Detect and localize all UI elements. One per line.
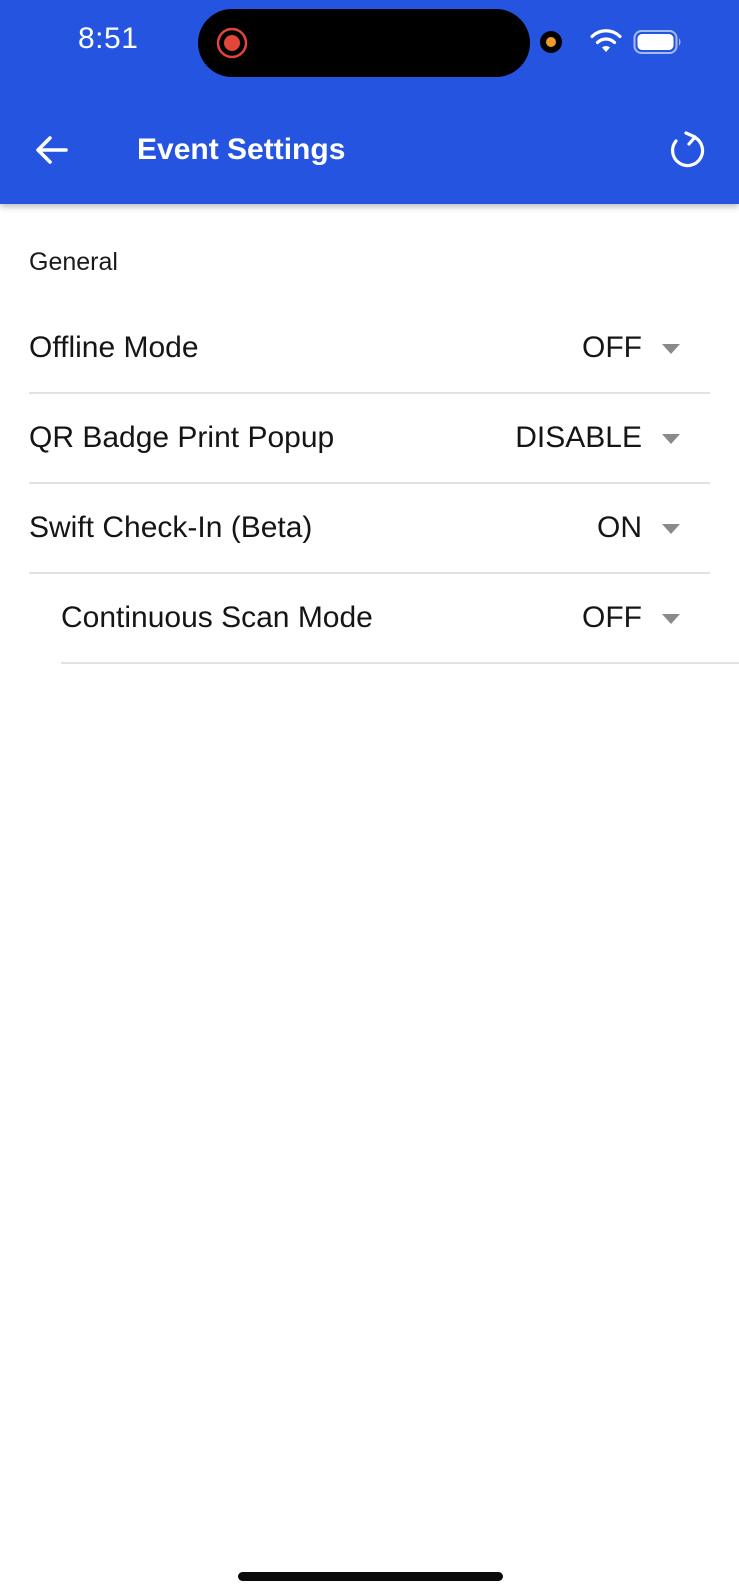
- section-title: General: [29, 248, 118, 276]
- status-time: 8:51: [78, 22, 139, 55]
- setting-row-swift-check-in[interactable]: Swift Check-In (Beta) ON: [29, 484, 710, 574]
- caret-down-icon: [662, 614, 680, 624]
- setting-row-qr-badge-print-popup[interactable]: QR Badge Print Popup DISABLE: [29, 394, 710, 484]
- setting-dropdown[interactable]: OFF: [582, 331, 680, 365]
- screen-recording-icon: [216, 27, 248, 59]
- setting-label: QR Badge Print Popup: [29, 421, 335, 454]
- wifi-icon: [590, 29, 622, 52]
- battery-icon: [633, 30, 681, 54]
- setting-row-offline-mode[interactable]: Offline Mode OFF: [29, 304, 710, 394]
- caret-down-icon: [662, 344, 680, 354]
- setting-value: OFF: [582, 601, 642, 634]
- caret-down-icon: [662, 434, 680, 444]
- page-title: Event Settings: [137, 133, 346, 166]
- camera-indicator-icon: [540, 31, 562, 53]
- setting-dropdown[interactable]: OFF: [582, 601, 680, 635]
- arrow-left-icon[interactable]: [30, 128, 74, 172]
- setting-dropdown[interactable]: DISABLE: [515, 421, 680, 455]
- setting-dropdown[interactable]: ON: [597, 511, 680, 545]
- caret-down-icon: [662, 524, 680, 534]
- home-indicator[interactable]: [238, 1572, 503, 1581]
- app-bar: Event Settings: [0, 100, 739, 204]
- top-header: 8:51 Event Settings: [0, 0, 739, 204]
- setting-value: DISABLE: [515, 421, 642, 454]
- setting-label: Offline Mode: [29, 331, 199, 364]
- setting-label: Continuous Scan Mode: [61, 601, 373, 634]
- setting-value: ON: [597, 511, 642, 544]
- setting-label: Swift Check-In (Beta): [29, 511, 313, 544]
- setting-value: OFF: [582, 331, 642, 364]
- refresh-icon[interactable]: [664, 127, 710, 173]
- dynamic-island: [198, 9, 530, 77]
- setting-row-continuous-scan-mode[interactable]: Continuous Scan Mode OFF: [61, 574, 739, 664]
